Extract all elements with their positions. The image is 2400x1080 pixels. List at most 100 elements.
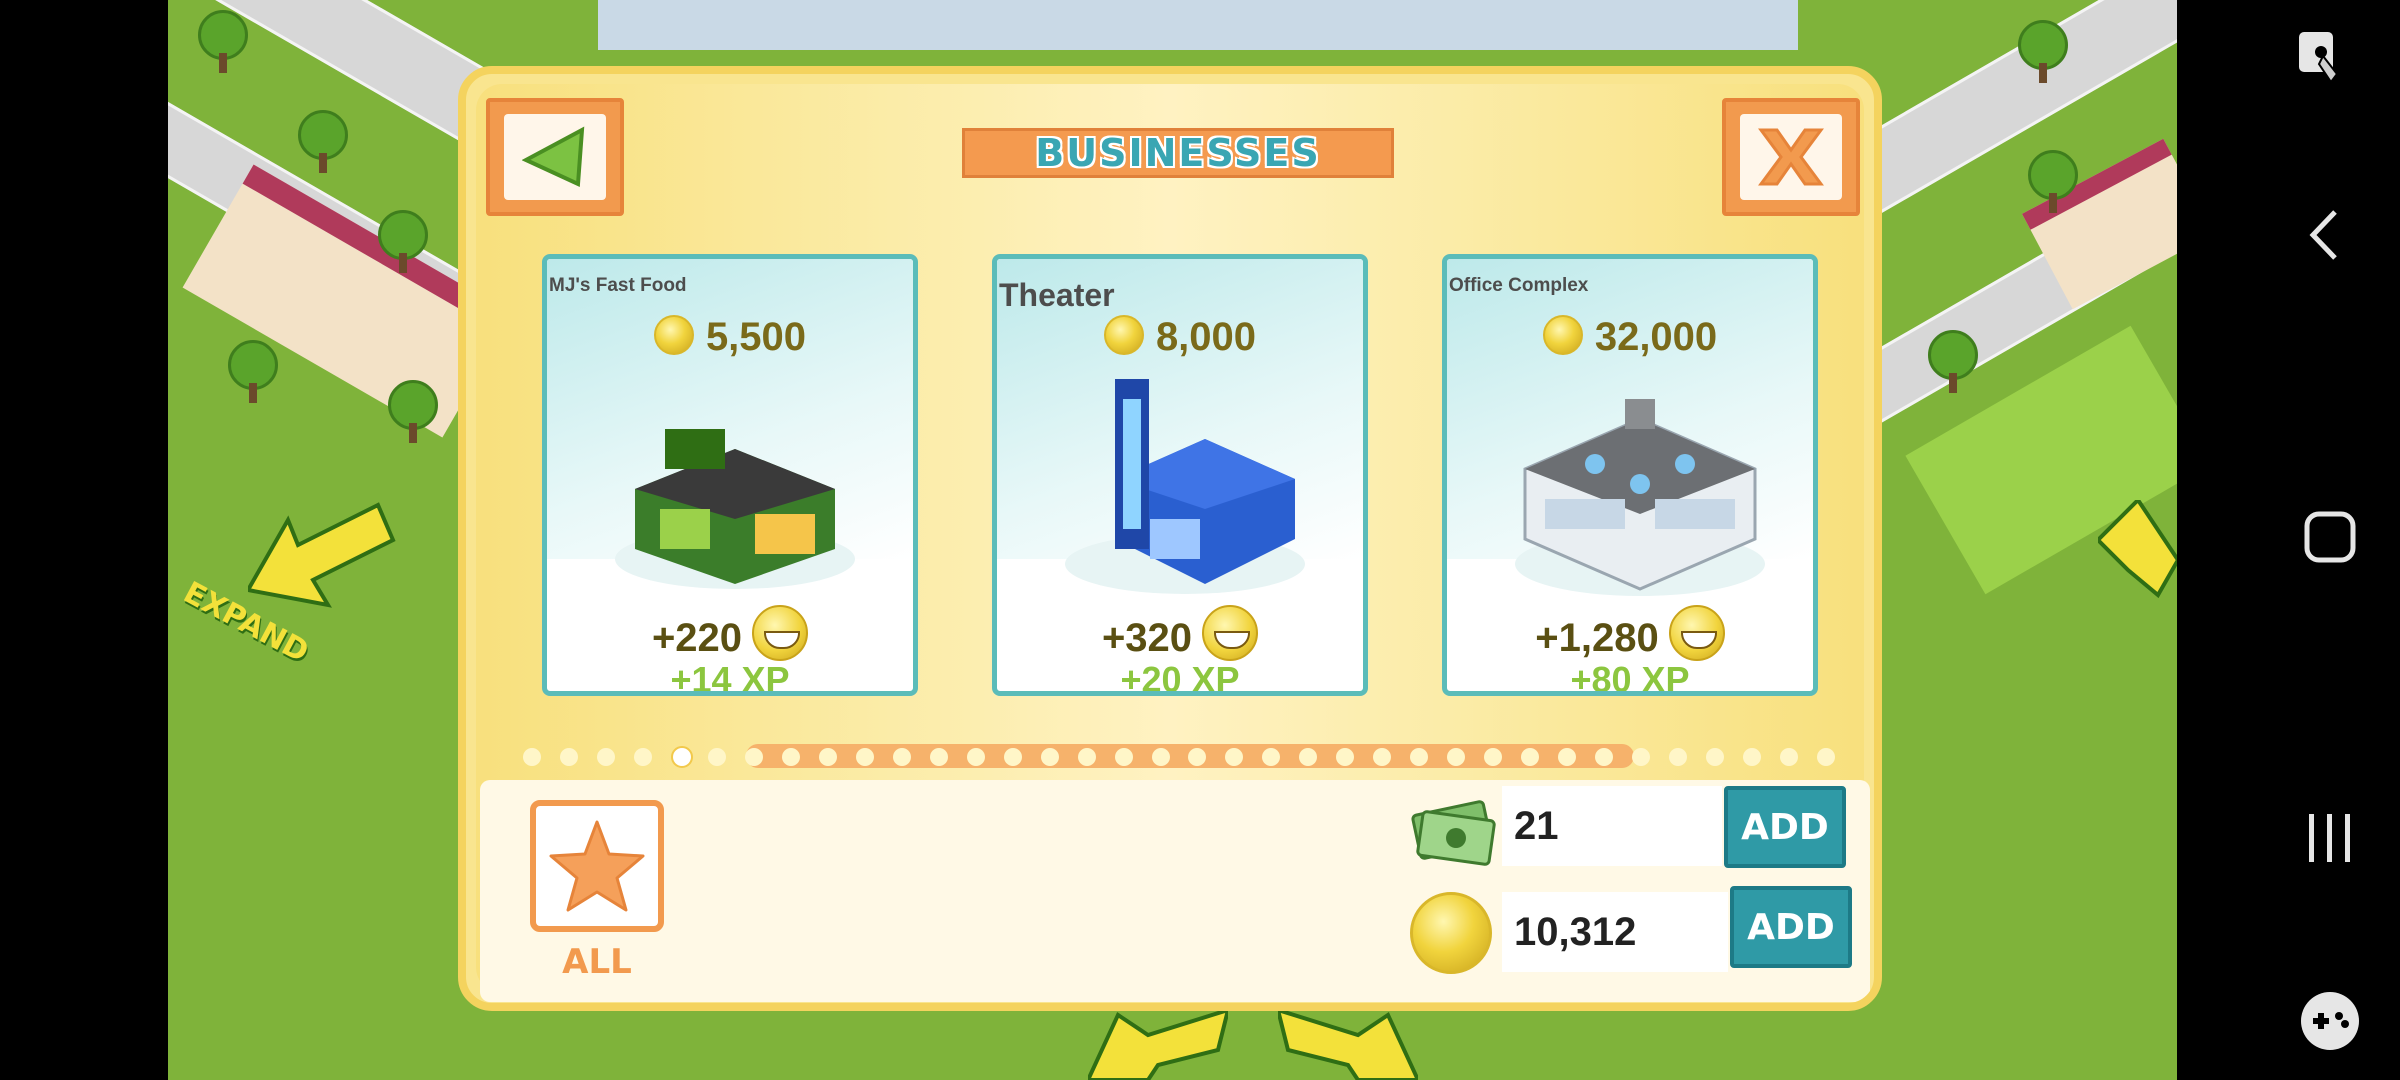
page-dot-active[interactable] bbox=[671, 746, 693, 768]
page-dot[interactable] bbox=[1041, 748, 1059, 766]
happiness-bonus: +220 bbox=[547, 605, 913, 661]
page-dot[interactable] bbox=[1115, 748, 1133, 766]
smiley-icon bbox=[1668, 605, 1725, 661]
page-dot[interactable] bbox=[856, 748, 874, 766]
business-name: Theater bbox=[999, 277, 1115, 313]
expand-arrow-left-icon[interactable] bbox=[248, 500, 398, 610]
business-name: Office Complex bbox=[1449, 275, 1589, 296]
coin-icon bbox=[1542, 315, 1583, 355]
page-dot[interactable] bbox=[1225, 748, 1243, 766]
page-indicator[interactable] bbox=[514, 744, 1844, 768]
business-card-office-complex[interactable]: Office Complex 32,000 +1,280 +80 XP bbox=[1442, 254, 1818, 696]
theater-building-icon bbox=[1065, 379, 1305, 594]
page-dot[interactable] bbox=[819, 748, 837, 766]
page-dot[interactable] bbox=[1484, 748, 1502, 766]
price-value: 5,500 bbox=[705, 315, 807, 359]
page-dot[interactable] bbox=[1410, 748, 1428, 766]
expand-arrow-right-icon[interactable] bbox=[2098, 500, 2177, 600]
game-launcher-icon[interactable] bbox=[2299, 990, 2361, 1052]
tree bbox=[298, 110, 348, 173]
tree bbox=[378, 210, 428, 273]
filter-all-label[interactable]: ALL bbox=[530, 942, 664, 982]
price-value: 8,000 bbox=[1155, 315, 1257, 359]
game-screen: EXPAND BUSINESSES MJ's Fast Food 5,500 +… bbox=[0, 0, 2400, 1080]
coin-amount: 10,312 bbox=[1502, 892, 1728, 972]
happiness-value: +1,280 bbox=[1535, 616, 1659, 660]
page-dot[interactable] bbox=[1004, 748, 1022, 766]
page-dot[interactable] bbox=[1078, 748, 1096, 766]
tree bbox=[2028, 150, 2078, 213]
happiness-value: +220 bbox=[651, 616, 743, 660]
left-letterbox bbox=[0, 0, 168, 1080]
page-dot[interactable] bbox=[930, 748, 948, 766]
xp-reward: +80 XP bbox=[1570, 659, 1690, 696]
page-dot[interactable] bbox=[708, 748, 726, 766]
happiness-bonus: +320 bbox=[997, 605, 1363, 661]
smiley-icon bbox=[752, 605, 809, 661]
page-dot[interactable] bbox=[560, 748, 578, 766]
tree bbox=[198, 10, 248, 73]
page-dot[interactable] bbox=[1632, 748, 1650, 766]
system-navigation-bar bbox=[2177, 0, 2400, 1080]
business-card-theater[interactable]: Theater 8,000 +320 +20 XP bbox=[992, 254, 1368, 696]
add-coins-button[interactable]: ADD bbox=[1730, 886, 1852, 968]
filter-all-button[interactable] bbox=[530, 800, 664, 932]
page-dot[interactable] bbox=[1743, 748, 1761, 766]
page-dot[interactable] bbox=[1262, 748, 1280, 766]
tree bbox=[1928, 330, 1978, 393]
business-price: 8,000 bbox=[997, 315, 1363, 360]
tree bbox=[228, 340, 278, 403]
add-cash-button[interactable]: ADD bbox=[1724, 786, 1846, 868]
back-button[interactable] bbox=[486, 98, 624, 216]
page-dot[interactable] bbox=[745, 748, 763, 766]
triangle-left-icon bbox=[522, 126, 585, 188]
city-buildings bbox=[598, 0, 1798, 50]
x-close-icon bbox=[1758, 128, 1824, 186]
office-complex-building-icon bbox=[1515, 399, 1765, 596]
smiley-icon bbox=[1202, 605, 1259, 661]
page-dot[interactable] bbox=[1521, 748, 1539, 766]
page-dot[interactable] bbox=[597, 748, 615, 766]
page-dot[interactable] bbox=[782, 748, 800, 766]
price-value: 32,000 bbox=[1594, 315, 1718, 359]
page-dot[interactable] bbox=[523, 748, 541, 766]
happiness-bonus: +1,280 bbox=[1447, 605, 1813, 661]
page-dot[interactable] bbox=[1817, 748, 1835, 766]
page-dot[interactable] bbox=[1373, 748, 1391, 766]
coin-icon bbox=[1103, 315, 1144, 355]
back-nav-icon[interactable] bbox=[2309, 208, 2339, 262]
cash-icon bbox=[1411, 800, 1496, 866]
page-dot[interactable] bbox=[1669, 748, 1687, 766]
page-dot[interactable] bbox=[1558, 748, 1576, 766]
coin-icon bbox=[653, 315, 694, 355]
expand-arrow-bottom-right-icon[interactable] bbox=[1278, 1010, 1418, 1080]
businesses-panel: BUSINESSES MJ's Fast Food 5,500 +220 +14… bbox=[458, 66, 1882, 1011]
fast-food-building-icon bbox=[615, 429, 855, 589]
expand-arrow-bottom-left-icon[interactable] bbox=[1088, 1010, 1228, 1080]
home-nav-icon[interactable] bbox=[2303, 510, 2357, 564]
page-dot[interactable] bbox=[967, 748, 985, 766]
recents-nav-icon[interactable] bbox=[2305, 812, 2355, 864]
page-dot[interactable] bbox=[893, 748, 911, 766]
page-dot[interactable] bbox=[1447, 748, 1465, 766]
bottom-bar: ALL 21 ADD 10,312 ADD bbox=[480, 780, 1870, 1002]
page-dot[interactable] bbox=[1706, 748, 1724, 766]
xp-reward: +20 XP bbox=[1120, 659, 1240, 696]
page-dot[interactable] bbox=[1299, 748, 1317, 766]
happiness-value: +320 bbox=[1101, 616, 1193, 660]
cash-amount: 21 bbox=[1502, 786, 1722, 866]
business-card-fast-food[interactable]: MJ's Fast Food 5,500 +220 +14 XP bbox=[542, 254, 918, 696]
tree bbox=[388, 380, 438, 443]
page-dot[interactable] bbox=[1336, 748, 1354, 766]
page-dot[interactable] bbox=[1595, 748, 1613, 766]
coin-icon bbox=[1410, 892, 1492, 974]
page-dot[interactable] bbox=[1152, 748, 1170, 766]
page-dot[interactable] bbox=[634, 748, 652, 766]
star-icon bbox=[549, 820, 645, 912]
close-button[interactable] bbox=[1722, 98, 1860, 216]
page-dot[interactable] bbox=[1780, 748, 1798, 766]
screen-touch-lock-icon[interactable] bbox=[2297, 30, 2343, 84]
business-price: 5,500 bbox=[547, 315, 913, 360]
page-dot[interactable] bbox=[1188, 748, 1206, 766]
business-price: 32,000 bbox=[1447, 315, 1813, 360]
